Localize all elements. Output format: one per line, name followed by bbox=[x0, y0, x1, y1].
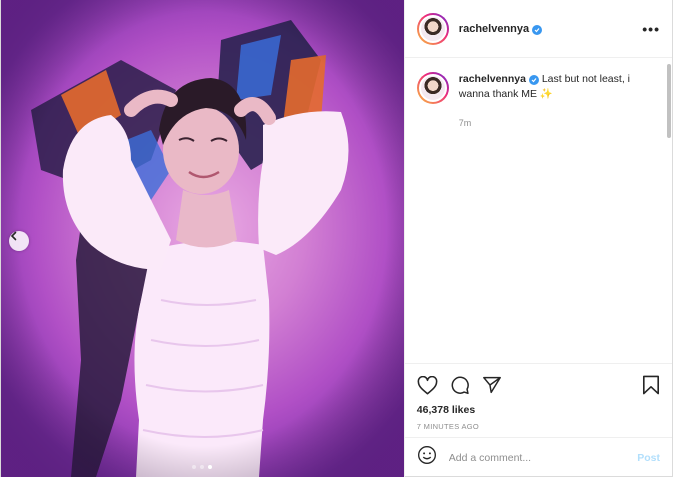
carousel-dot bbox=[200, 465, 205, 469]
verified-badge-icon bbox=[528, 75, 539, 85]
bookmark-icon[interactable] bbox=[642, 375, 660, 395]
posted-time[interactable]: 7 MINUTES AGO bbox=[417, 422, 660, 431]
comment-input[interactable] bbox=[448, 451, 638, 464]
post-header: rachelvennya ••• bbox=[404, 0, 672, 58]
heart-icon[interactable] bbox=[417, 375, 438, 395]
carousel-dot-active bbox=[208, 465, 213, 469]
caption-body: rachelvennya Last but not least, i wanna… bbox=[459, 72, 649, 131]
more-options-icon[interactable]: ••• bbox=[642, 21, 660, 37]
carousel-indicator bbox=[1, 465, 404, 469]
avatar-image bbox=[418, 74, 447, 102]
post-comment-button[interactable]: Post bbox=[637, 452, 660, 464]
emoji-icon[interactable] bbox=[417, 445, 437, 470]
carousel-prev-button[interactable] bbox=[9, 231, 29, 251]
caption-username[interactable]: rachelvennya bbox=[459, 73, 526, 85]
comments-scrollbar[interactable] bbox=[667, 64, 671, 138]
caption-avatar[interactable] bbox=[416, 72, 449, 104]
post-photo[interactable] bbox=[1, 0, 404, 477]
photo-illustration bbox=[1, 0, 404, 477]
add-comment-bar: Post bbox=[404, 437, 672, 477]
chevron-left-icon bbox=[10, 231, 17, 241]
post-actions: 46,378 likes 7 MINUTES AGO bbox=[404, 363, 672, 437]
avatar-image bbox=[418, 14, 447, 43]
post-details-panel: rachelvennya ••• rachelvennya Last but n… bbox=[403, 0, 672, 477]
comments-section: rachelvennya Last but not least, i wanna… bbox=[405, 58, 672, 363]
header-username[interactable]: rachelvennya bbox=[459, 23, 543, 35]
carousel-dot bbox=[192, 465, 197, 469]
action-icons bbox=[417, 372, 660, 398]
header-username-text[interactable]: rachelvennya bbox=[459, 23, 529, 35]
verified-badge-icon bbox=[532, 24, 543, 35]
send-icon[interactable] bbox=[482, 376, 502, 394]
comment-icon[interactable] bbox=[450, 375, 470, 395]
likes-count[interactable]: 46,378 likes bbox=[417, 404, 660, 416]
avatar[interactable] bbox=[416, 12, 449, 45]
caption: rachelvennya Last but not least, i wanna… bbox=[416, 72, 660, 131]
instagram-post-modal: rachelvennya ••• rachelvennya Last but n… bbox=[0, 0, 673, 477]
caption-timestamp: 7m bbox=[458, 118, 472, 128]
